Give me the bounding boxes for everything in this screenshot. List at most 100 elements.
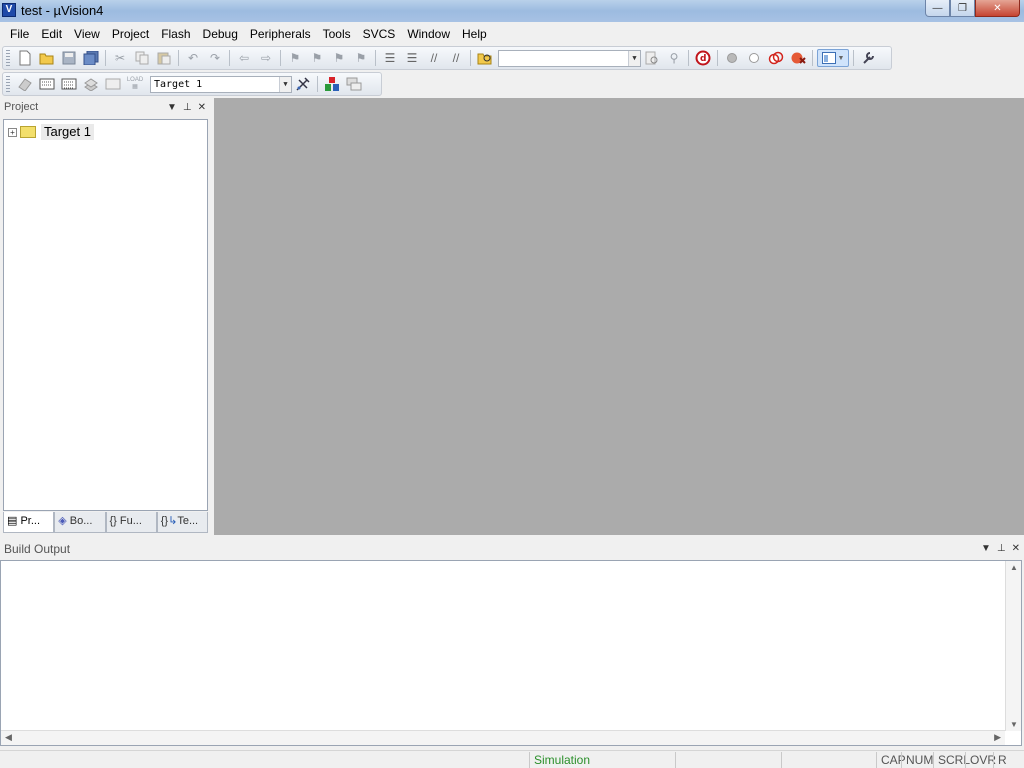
status-cell [675,752,781,768]
enable-breakpoint-icon[interactable] [744,49,764,67]
pane-controls: ▼ ⊥ ✕ [167,100,206,115]
chevron-down-icon: ▼ [837,54,845,62]
uncomment-icon[interactable]: // [446,49,466,67]
find-icon[interactable] [642,49,662,67]
redo-icon[interactable]: ↷ [205,49,225,67]
tree-node-label[interactable]: Target 1 [41,124,94,140]
toolbar-separator [280,50,281,66]
status-num: NUM [901,752,937,768]
menu-project[interactable]: Project [106,24,155,44]
menu-edit[interactable]: Edit [35,24,68,44]
comment-icon[interactable]: // [424,49,444,67]
configure-wrench-icon[interactable] [858,49,878,67]
bookmark-clear-icon[interactable]: ⚑ [351,49,371,67]
indent-icon[interactable]: ☰ [380,49,400,67]
books-tab-icon: ◈ [58,515,70,527]
copy-icon[interactable] [132,49,152,67]
scroll-up-icon[interactable]: ▲ [1010,563,1018,572]
insert-breakpoint-icon[interactable] [722,49,742,67]
restore-button[interactable]: ❐ [950,0,975,17]
minimize-button[interactable]: — [925,0,950,17]
tab-project[interactable]: ▤ Pr... [3,512,55,533]
toolbar-grip[interactable] [6,50,10,66]
start-debug-icon[interactable]: d [693,49,713,67]
tab-books[interactable]: ◈ Bo... [54,512,106,533]
stop-build-icon[interactable] [103,75,123,93]
window-controls: — ❐ ✕ [925,0,1020,17]
tab-templates[interactable]: {}↳Te... [156,512,208,533]
undo-icon[interactable]: ↶ [183,49,203,67]
menu-view[interactable]: View [68,24,106,44]
target-select[interactable]: Target 1 ▼ [150,75,292,93]
close-button[interactable]: ✕ [975,0,1020,17]
window-layout-button[interactable]: ▼ [817,49,849,67]
project-pane-header: Project ▼ ⊥ ✕ [0,100,210,116]
templates-tab-icon: {}↳ [160,515,178,527]
pane-menu-icon[interactable]: ▼ [167,100,177,115]
vertical-scrollbar[interactable]: ▲ ▼ [1005,561,1021,731]
download-load-icon[interactable]: LOAD ▦ [125,75,145,93]
build-output-area[interactable]: ▲ ▼ ◀ ▶ [0,560,1022,746]
load-label: LOAD [126,77,144,83]
manage-components-icon[interactable] [322,75,342,93]
uvision-icon[interactable]: V [2,3,16,17]
toolbar-grip[interactable] [6,76,10,92]
navigate-back-icon[interactable]: ⇦ [234,49,254,67]
menu-debug[interactable]: Debug [197,24,244,44]
toolbar-separator [229,50,230,66]
target-options-icon[interactable] [293,75,313,93]
new-file-icon[interactable] [15,49,35,67]
bookmark-toggle-icon[interactable]: ⚑ [285,49,305,67]
scroll-left-icon[interactable]: ◀ [5,732,12,743]
save-icon[interactable] [59,49,79,67]
navigate-forward-icon[interactable]: ⇨ [256,49,276,67]
menu-window[interactable]: Window [401,24,456,44]
pin-icon[interactable]: ⊥ [183,100,192,115]
bookmark-next-icon[interactable]: ⚑ [329,49,349,67]
menu-peripherals[interactable]: Peripherals [244,24,317,44]
project-tree: + Target 1 [3,119,208,511]
menu-svcs[interactable]: SVCS [357,24,402,44]
menu-flash[interactable]: Flash [155,24,196,44]
scroll-down-icon[interactable]: ▼ [1010,720,1018,729]
unindent-icon[interactable]: ☰ [402,49,422,67]
pin-icon[interactable]: ⊥ [997,541,1006,557]
rebuild-icon[interactable] [59,75,79,93]
tree-node-target[interactable]: + Target 1 [8,124,94,140]
disable-breakpoints-icon[interactable] [766,49,786,67]
project-pane-tabs: ▤ Pr... ◈ Bo... {} Fu... {}↳Te... [3,512,208,533]
expand-icon[interactable]: + [8,127,17,137]
project-tab-icon: ▤ [7,515,21,527]
build-icon[interactable] [37,75,57,93]
incremental-find-icon[interactable]: ⚲ [664,49,684,67]
horizontal-scrollbar[interactable]: ◀ ▶ [1,730,1005,745]
find-combo[interactable]: ▼ [498,49,641,67]
tab-functions[interactable]: {} Fu... [105,512,157,533]
pane-menu-icon[interactable]: ▼ [981,541,991,557]
open-folder-icon[interactable] [37,49,57,67]
target-folder-icon [20,126,36,138]
save-all-icon[interactable] [81,49,101,67]
bookmark-prev-icon[interactable]: ⚑ [307,49,327,67]
menu-help[interactable]: Help [456,24,493,44]
chevron-down-icon[interactable]: ▼ [279,76,291,92]
kill-breakpoints-icon[interactable] [788,49,808,67]
find-in-files-icon[interactable] [475,49,495,67]
build-output-header: Build Output ▼ ⊥ ✕ [0,541,1024,558]
scroll-right-icon[interactable]: ▶ [994,732,1001,743]
cut-icon[interactable]: ✂ [110,49,130,67]
window-title: test - µVision4 [21,3,104,18]
multi-project-icon[interactable] [344,75,364,93]
close-pane-icon[interactable]: ✕ [198,100,206,115]
translate-icon[interactable] [15,75,35,93]
paste-icon[interactable] [154,49,174,67]
toolbar-separator [812,50,813,66]
chevron-down-icon[interactable]: ▼ [628,50,640,66]
batch-build-icon[interactable] [81,75,101,93]
title-bar: V test - µVision4 — ❐ ✕ [0,0,1024,22]
menu-tools[interactable]: Tools [317,24,357,44]
menu-file[interactable]: File [4,24,35,44]
target-select-value: Target 1 [154,78,203,90]
editor-area[interactable] [214,98,1024,535]
close-pane-icon[interactable]: ✕ [1012,541,1020,557]
